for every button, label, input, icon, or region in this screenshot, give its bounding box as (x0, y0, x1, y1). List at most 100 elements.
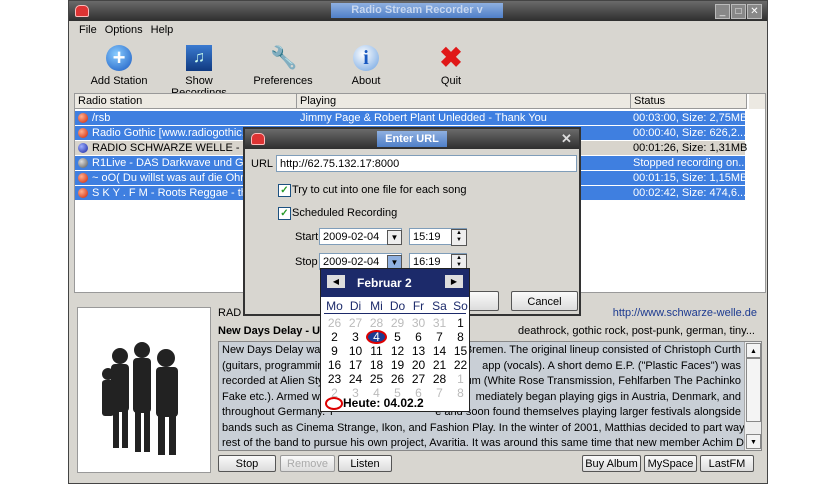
calendar-day[interactable]: 28 (366, 316, 387, 330)
scroll-up-icon[interactable]: ▲ (746, 343, 761, 358)
station-status: 00:03:00, Size: 2,75MB (633, 112, 748, 124)
show-recordings-button[interactable]: ♫Show Recordings (157, 45, 241, 99)
station-playing: Jimmy Page & Robert Plant Unledded - Tha… (300, 112, 547, 124)
maximize-button[interactable]: □ (731, 4, 746, 19)
description-line-end: app (vocals). A short demo E.P. ("Plasti… (482, 359, 741, 372)
station-name: RADIO SCHWARZE WELLE - DA (92, 142, 258, 154)
cut-label: Try to cut into one file for each song (292, 184, 467, 196)
calendar-day[interactable]: 22 (450, 358, 471, 372)
calendar-day[interactable]: 25 (366, 372, 387, 386)
scroll-down-icon[interactable]: ▼ (746, 434, 761, 449)
scroll-thumb[interactable] (746, 358, 761, 422)
label: Preferences (253, 75, 313, 87)
calendar-day[interactable]: 16 (324, 358, 345, 372)
menu-options[interactable]: Options (105, 24, 143, 36)
calendar-day[interactable]: 26 (387, 372, 408, 386)
weekday-label: So (453, 299, 468, 313)
menu-help[interactable]: Help (151, 24, 174, 36)
myspace-button[interactable]: MySpace (644, 455, 697, 472)
dialog-close-icon[interactable]: ✕ (561, 131, 572, 147)
cut-checkbox[interactable]: ✓ (278, 184, 291, 197)
calendar-day[interactable]: 24 (345, 372, 366, 386)
station-status-icon (78, 188, 88, 198)
calendar-day[interactable]: 1 (450, 372, 471, 386)
about-button[interactable]: i About (334, 45, 398, 87)
quit-button[interactable]: ✖ Quit (419, 44, 483, 88)
calendar-day[interactable]: 28 (429, 372, 450, 386)
divider (324, 313, 466, 314)
calendar-day[interactable]: 19 (387, 358, 408, 372)
calendar-day[interactable]: 9 (324, 344, 345, 358)
listen-button[interactable]: Listen (338, 455, 392, 472)
calendar-day[interactable]: 12 (387, 344, 408, 358)
description-line: recorded at Alien Style (222, 375, 333, 387)
weekday-label: Sa (432, 299, 447, 313)
url-input[interactable]: http://62.75.132.17:8000 (276, 155, 577, 172)
description-scrollbar[interactable]: ▲ ▼ (744, 342, 761, 450)
calendar-day[interactable]: 1 (450, 316, 471, 330)
calendar-header: ◀ Februar 2 ▶ (321, 269, 469, 297)
cancel-button[interactable]: Cancel (511, 291, 578, 311)
station-name: S K Y . F M - Roots Reggae - the (92, 187, 253, 199)
description-line-end: mediately began playing gigs in Austria,… (475, 390, 741, 403)
column-header-playing[interactable]: Playing (297, 94, 631, 109)
station-row[interactable]: /rsb Jimmy Page & Robert Plant Unledded -… (75, 111, 748, 125)
start-time-spinner[interactable]: ▲ ▼ (451, 229, 467, 246)
calendar-day[interactable]: 10 (345, 344, 366, 358)
weekday-label: Di (349, 299, 362, 313)
column-header-station[interactable]: Radio station (75, 94, 297, 109)
calendar-day[interactable]: 4 (366, 330, 387, 344)
calendar-day[interactable]: 27 (408, 372, 429, 386)
close-button[interactable]: ✕ (747, 4, 762, 19)
today-link[interactable]: Heute: 04.02.2 (343, 396, 424, 410)
stop-button[interactable]: Stop (218, 455, 276, 472)
calendar-day[interactable]: 8 (450, 386, 471, 400)
calendar-day[interactable]: 11 (366, 344, 387, 358)
menu-bar: File Options Help (79, 24, 181, 36)
calendar-day[interactable]: 14 (429, 344, 450, 358)
calendar-day[interactable]: 3 (345, 330, 366, 344)
calendar-day[interactable]: 21 (429, 358, 450, 372)
calendar-day[interactable]: 31 (429, 316, 450, 330)
calendar-day[interactable]: 8 (450, 330, 471, 344)
prev-month-icon[interactable]: ◀ (327, 275, 345, 288)
calendar-day[interactable]: 26 (324, 316, 345, 330)
calendar-day[interactable]: 20 (408, 358, 429, 372)
calendar-day[interactable]: 29 (387, 316, 408, 330)
title-bar: Radio Stream Recorder v _ □ ✕ (69, 1, 767, 21)
column-header-status[interactable]: Status (631, 94, 747, 109)
calendar-day[interactable]: 6 (408, 330, 429, 344)
artist-description: New Days Delay was f n of Bremen. The ori… (218, 341, 762, 451)
station-link[interactable]: http://www.schwarze-welle.de (613, 307, 757, 319)
menu-file[interactable]: File (79, 24, 97, 36)
calendar-day[interactable]: 7 (429, 330, 450, 344)
calendar-day[interactable]: 7 (429, 386, 450, 400)
calendar-day[interactable]: 30 (408, 316, 429, 330)
description-line: Fake etc.). Armed with (222, 390, 332, 403)
next-month-icon[interactable]: ▶ (445, 275, 463, 288)
calendar-day[interactable]: 15 (450, 344, 471, 358)
lastfm-button[interactable]: LastFM (700, 455, 754, 472)
scheduled-checkbox[interactable]: ✓ (278, 207, 291, 220)
label: Quit (440, 75, 462, 87)
calendar-day[interactable]: 5 (387, 330, 408, 344)
band-photo-image (102, 342, 178, 455)
description-line-end: n of Bremen. The original lineup consist… (443, 344, 741, 356)
calendar-day[interactable]: 27 (345, 316, 366, 330)
station-status-icon (78, 113, 88, 123)
add-station-button[interactable]: + Add Station (87, 45, 151, 87)
today-circle-icon[interactable] (325, 397, 343, 410)
station-name: Radio Gothic [www.radiogothic.ne (92, 127, 258, 139)
calendar-day[interactable]: 13 (408, 344, 429, 358)
buy-album-button[interactable]: Buy Album (582, 455, 641, 472)
minimize-button[interactable]: _ (715, 4, 730, 19)
start-date-dropdown-icon[interactable]: ▼ (387, 230, 402, 245)
remove-button[interactable]: Remove (280, 455, 335, 472)
calendar-day[interactable]: 2 (324, 330, 345, 344)
stop-label: Stop (295, 256, 318, 268)
calendar-day[interactable]: 17 (345, 358, 366, 372)
station-name: R1Live - DAS Darkwave und Got (92, 157, 253, 169)
preferences-button[interactable]: 🔧 Preferences (251, 45, 315, 87)
calendar-day[interactable]: 18 (366, 358, 387, 372)
calendar-day[interactable]: 23 (324, 372, 345, 386)
